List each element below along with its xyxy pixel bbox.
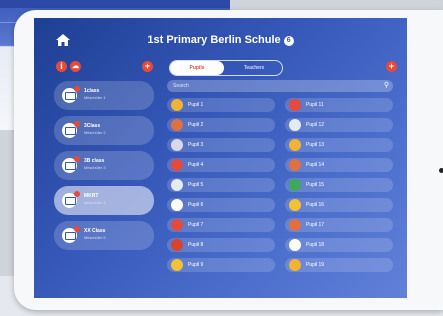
student-item[interactable]: Pupil 13 <box>285 138 393 152</box>
student-avatar <box>289 259 301 271</box>
student-name: Pupil 12 <box>306 122 325 128</box>
student-name: Pupil 16 <box>306 202 325 208</box>
app-header: 1st Primary Berlin Schule 6 <box>34 18 407 58</box>
student-name: Pupil 8 <box>188 242 204 248</box>
class-name: XX Class <box>84 228 106 234</box>
add-class-button[interactable]: + <box>142 61 153 72</box>
student-avatar <box>171 199 183 211</box>
title-badge: 6 <box>283 36 294 46</box>
student-avatar <box>289 119 301 131</box>
student-item[interactable]: Pupil 17 <box>285 218 393 232</box>
student-name: Pupil 5 <box>188 182 204 188</box>
student-name: Pupil 2 <box>188 122 204 128</box>
student-name: Pupil 15 <box>306 182 325 188</box>
notification-dot <box>74 156 80 162</box>
student-avatar <box>289 179 301 191</box>
class-name: 1class <box>84 88 100 94</box>
notification-dot <box>74 191 80 197</box>
student-avatar <box>289 199 301 211</box>
tab-pupils[interactable]: Pupils <box>170 61 224 75</box>
student-item[interactable]: Pupil 18 <box>285 238 393 252</box>
notification-dot <box>74 226 80 232</box>
student-item[interactable]: Pupil 6 <box>167 198 275 212</box>
class-subtitle: Mitschüler 3 <box>84 165 106 170</box>
student-name: Pupil 1 <box>188 102 204 108</box>
student-avatar <box>171 139 183 151</box>
notification-dot <box>74 86 80 92</box>
app-screen: 1st Primary Berlin Schule 6 i ☁ + + Pupil… <box>34 18 407 298</box>
camera-dot <box>439 168 443 173</box>
notification-dot <box>74 121 80 127</box>
student-item[interactable]: Pupil 14 <box>285 158 393 172</box>
student-avatar <box>171 159 183 171</box>
class-subtitle: Mitschüler 4 <box>84 200 106 205</box>
class-name: 3B class <box>84 158 105 164</box>
search-input[interactable]: Search ⚲ <box>167 80 393 92</box>
student-name: Pupil 7 <box>188 222 204 228</box>
student-avatar <box>171 239 183 251</box>
class-subtitle: Mitschüler 1 <box>84 95 106 100</box>
student-avatar <box>171 99 183 111</box>
student-item[interactable]: Pupil 16 <box>285 198 393 212</box>
student-avatar <box>289 139 301 151</box>
student-item[interactable]: Pupil 3 <box>167 138 275 152</box>
info-button[interactable]: i <box>56 61 67 72</box>
student-avatar <box>289 99 301 111</box>
class-subtitle: Mitschüler 5 <box>84 235 106 240</box>
student-item[interactable]: Pupil 11 <box>285 98 393 112</box>
student-name: Pupil 11 <box>306 102 324 108</box>
student-name: Pupil 18 <box>306 242 325 248</box>
student-name: Pupil 9 <box>188 262 204 268</box>
student-name: Pupil 13 <box>306 142 325 148</box>
tab-teachers[interactable]: Teachers <box>226 61 282 75</box>
student-item[interactable]: Pupil 9 <box>167 258 275 272</box>
student-avatar <box>289 219 301 231</box>
class-item[interactable]: 1class Mitschüler 1 <box>54 81 154 110</box>
student-name: Pupil 17 <box>306 222 325 228</box>
student-name: Pupil 3 <box>188 142 204 148</box>
student-avatar <box>171 119 183 131</box>
background-strip <box>0 0 230 8</box>
student-name: Pupil 4 <box>188 162 204 168</box>
student-item[interactable]: Pupil 7 <box>167 218 275 232</box>
student-item[interactable]: Pupil 5 <box>167 178 275 192</box>
student-name: Pupil 6 <box>188 202 204 208</box>
class-item[interactable]: 3B class Mitschüler 3 <box>54 151 154 180</box>
tab-switch: Pupils Teachers <box>169 60 283 76</box>
student-item[interactable]: Pupil 8 <box>167 238 275 252</box>
class-subtitle: Mitschüler 2 <box>84 130 106 135</box>
search-placeholder: Search <box>173 83 189 89</box>
class-item-selected[interactable]: MKRT Mitschüler 4 <box>54 186 154 215</box>
student-avatar <box>171 259 183 271</box>
class-item[interactable]: XX Class Mitschüler 5 <box>54 221 154 250</box>
page-title-text: 1st Primary Berlin Schule <box>147 34 281 46</box>
class-name: 3Class <box>84 123 101 129</box>
add-student-button[interactable]: + <box>386 61 397 72</box>
class-name: MKRT <box>84 193 99 199</box>
student-avatar <box>171 179 183 191</box>
student-item[interactable]: Pupil 19 <box>285 258 393 272</box>
student-item[interactable]: Pupil 2 <box>167 118 275 132</box>
student-avatar <box>289 159 301 171</box>
student-item[interactable]: Pupil 4 <box>167 158 275 172</box>
student-item[interactable]: Pupil 15 <box>285 178 393 192</box>
student-item[interactable]: Pupil 12 <box>285 118 393 132</box>
student-item[interactable]: Pupil 1 <box>167 98 275 112</box>
search-icon[interactable]: ⚲ <box>384 82 389 90</box>
class-item[interactable]: 3Class Mitschüler 2 <box>54 116 154 145</box>
student-name: Pupil 14 <box>306 162 325 168</box>
cloud-button[interactable]: ☁ <box>70 61 81 72</box>
page-title: 1st Primary Berlin Schule 6 <box>34 34 407 46</box>
student-avatar <box>289 239 301 251</box>
student-name: Pupil 19 <box>306 262 325 268</box>
student-avatar <box>171 219 183 231</box>
